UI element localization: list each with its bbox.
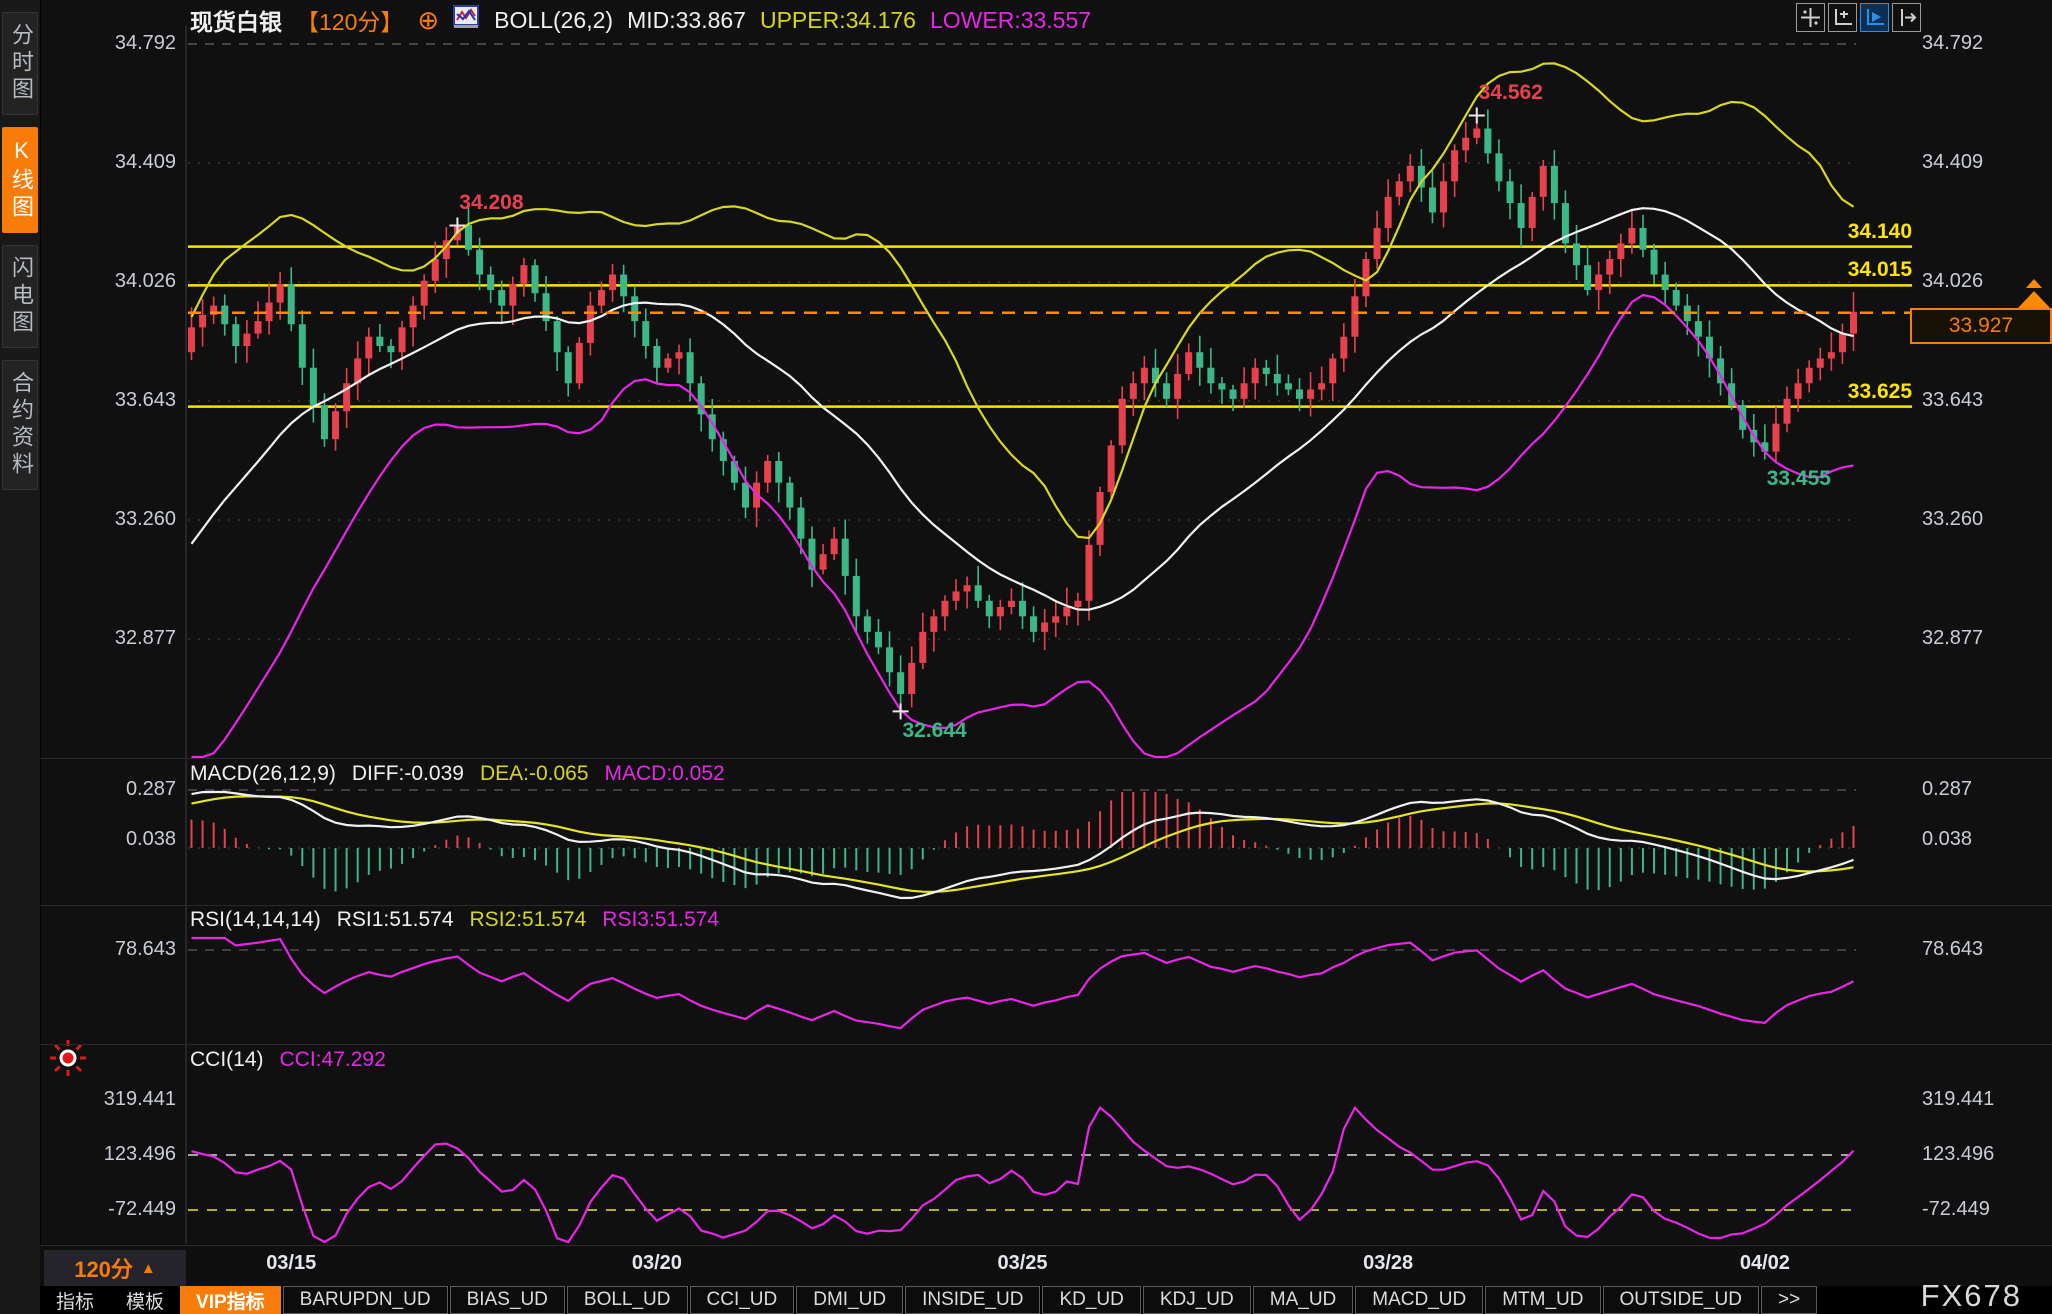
macd-title: MACD(26,12,9) <box>190 762 336 786</box>
cci-value: CCI:47.292 <box>280 1048 386 1072</box>
watermark: FX678 <box>1921 1278 2022 1314</box>
price-axis-label-right: 32.877 <box>1922 627 2042 650</box>
rsi-axis-label-left: 78.643 <box>66 938 176 961</box>
x-axis-tick: 03/25 <box>968 1252 1078 1275</box>
chart-header: 现货白银 【120分】 ⊕ BOLL(26,2) MID:33.867 UPPE… <box>190 4 1091 36</box>
tab-VIP指标[interactable]: VIP指标 <box>180 1286 281 1314</box>
boll-mid-value: MID:33.867 <box>627 7 746 34</box>
chart-canvas[interactable] <box>0 0 2052 1314</box>
tab-MACD_UD[interactable]: MACD_UD <box>1355 1286 1483 1314</box>
price-axis-label-right: 34.409 <box>1922 151 2042 174</box>
cci-axis-label-right: -72.449 <box>1922 1198 2042 1221</box>
price-annotation: 33.455 <box>1729 467 1869 491</box>
cci-axis-label-left: -72.449 <box>66 1198 176 1221</box>
price-axis-label-left: 34.792 <box>66 32 176 55</box>
chart-toolbar <box>1796 3 1921 32</box>
sidebar-item-0[interactable]: 分时图 <box>2 12 38 115</box>
price-axis-label-left: 34.409 <box>66 151 176 174</box>
tab-BIAS_UD[interactable]: BIAS_UD <box>450 1286 565 1314</box>
cci-axis-label-left: 319.441 <box>66 1088 176 1111</box>
price-annotation: 34.562 <box>1441 81 1581 105</box>
cci-axis-label-right: 123.496 <box>1922 1143 2042 1166</box>
rsi1-value: RSI1:51.574 <box>337 908 454 932</box>
macd-axis-label-left: 0.038 <box>66 828 176 851</box>
macd-axis-label-right: 0.287 <box>1922 778 2042 801</box>
boll-label: BOLL(26,2) <box>494 7 613 34</box>
rsi3-value: RSI3:51.574 <box>602 908 719 932</box>
boll-upper-value: UPPER:34.176 <box>760 7 916 34</box>
cci-header: CCI(14) CCI:47.292 <box>190 1048 386 1072</box>
tab-MTM_UD[interactable]: MTM_UD <box>1485 1286 1600 1314</box>
macd-header: MACD(26,12,9) DIFF:-0.039 DEA:-0.065 MAC… <box>190 762 725 786</box>
price-annotation: 32.644 <box>865 719 1005 743</box>
boll-lower-value: LOWER:33.557 <box>930 7 1091 34</box>
cci-axis-label-right: 319.441 <box>1922 1088 2042 1111</box>
price-axis-label-right: 34.026 <box>1922 270 2042 293</box>
macd-axis-label-left: 0.287 <box>66 778 176 801</box>
rsi-title: RSI(14,14,14) <box>190 908 321 932</box>
cci-axis-label-left: 123.496 <box>66 1143 176 1166</box>
panel-divider <box>40 1245 2052 1246</box>
tab-BARUPDN_UD[interactable]: BARUPDN_UD <box>283 1286 448 1314</box>
sidebar-item-3[interactable]: 合约资料 <box>2 360 38 490</box>
x-axis-tick: 03/20 <box>602 1252 712 1275</box>
tab-模板[interactable]: 模板 <box>110 1286 180 1314</box>
tab-KDJ_UD[interactable]: KDJ_UD <box>1143 1286 1251 1314</box>
rsi-axis-label-right: 78.643 <box>1922 938 2042 961</box>
price-axis-label-left: 32.877 <box>66 627 176 650</box>
price-annotation: 34.208 <box>421 191 561 215</box>
x-axis-tick: 03/15 <box>236 1252 346 1275</box>
tab->>[interactable]: >> <box>1761 1286 1817 1314</box>
panel-divider <box>40 905 2052 906</box>
tab-OUTSIDE_UD[interactable]: OUTSIDE_UD <box>1603 1286 1759 1314</box>
hline-label: 34.015 <box>1732 258 1912 282</box>
period-arrow-icon: ▲ <box>141 1260 156 1277</box>
tab-BOLL_UD[interactable]: BOLL_UD <box>567 1286 688 1314</box>
macd-axis-label-right: 0.038 <box>1922 828 2042 851</box>
tab-DMI_UD[interactable]: DMI_UD <box>796 1286 903 1314</box>
price-axis-label-left: 34.026 <box>66 270 176 293</box>
price-axis-label-right: 33.260 <box>1922 508 2042 531</box>
indicator-chart-icon <box>453 5 480 36</box>
add-indicator-icon[interactable]: ⊕ <box>417 9 439 31</box>
macd-diff-value: DIFF:-0.039 <box>352 762 464 786</box>
period-label: 【120分】 <box>296 3 403 37</box>
tab-MA_UD[interactable]: MA_UD <box>1253 1286 1354 1314</box>
panel-divider <box>40 758 2052 759</box>
current-price-box: 33.927 <box>1910 308 2052 344</box>
symbol-title: 现货白银 <box>190 3 282 37</box>
tab-CCI_UD[interactable]: CCI_UD <box>690 1286 795 1314</box>
period-selector[interactable]: 120分 ▲ <box>44 1250 186 1286</box>
rsi-header: RSI(14,14,14) RSI1:51.574 RSI2:51.574 RS… <box>190 908 719 932</box>
hline-label: 34.140 <box>1732 220 1912 244</box>
panel-divider <box>40 1044 2052 1045</box>
current-price-value: 33.927 <box>1949 314 2013 338</box>
pan-crosshair-icon[interactable] <box>1796 3 1825 32</box>
x-axis-tick: 03/28 <box>1333 1252 1443 1275</box>
cci-title: CCI(14) <box>190 1048 264 1072</box>
tab-指标[interactable]: 指标 <box>40 1286 110 1314</box>
price-axis-label-left: 33.260 <box>66 508 176 531</box>
sidebar: 分时图 K线图闪电图合约资料 <box>0 0 41 1314</box>
price-axis-label-right: 34.792 <box>1922 32 2042 55</box>
rsi2-value: RSI2:51.574 <box>470 908 587 932</box>
sidebar-item-1[interactable]: K线图 <box>2 127 38 233</box>
tab-KD_UD[interactable]: KD_UD <box>1042 1286 1140 1314</box>
indicator-tabbar: 指标模板VIP指标BARUPDN_UDBIAS_UDBOLL_UDCCI_UDD… <box>40 1286 2052 1314</box>
hline-label: 33.625 <box>1732 380 1912 404</box>
x-axis-tick: 04/02 <box>1710 1252 1820 1275</box>
period-value: 120分 <box>74 1252 133 1284</box>
price-axis-label-left: 33.643 <box>66 389 176 412</box>
axis-play-icon[interactable] <box>1860 3 1889 32</box>
axis-scale-icon[interactable] <box>1828 3 1857 32</box>
axis-shift-icon[interactable] <box>1892 3 1921 32</box>
macd-dea-value: DEA:-0.065 <box>480 762 589 786</box>
sidebar-item-2[interactable]: 闪电图 <box>2 245 38 348</box>
price-axis-label-right: 33.643 <box>1922 389 2042 412</box>
macd-macd-value: MACD:0.052 <box>605 762 725 786</box>
tab-INSIDE_UD[interactable]: INSIDE_UD <box>905 1286 1040 1314</box>
